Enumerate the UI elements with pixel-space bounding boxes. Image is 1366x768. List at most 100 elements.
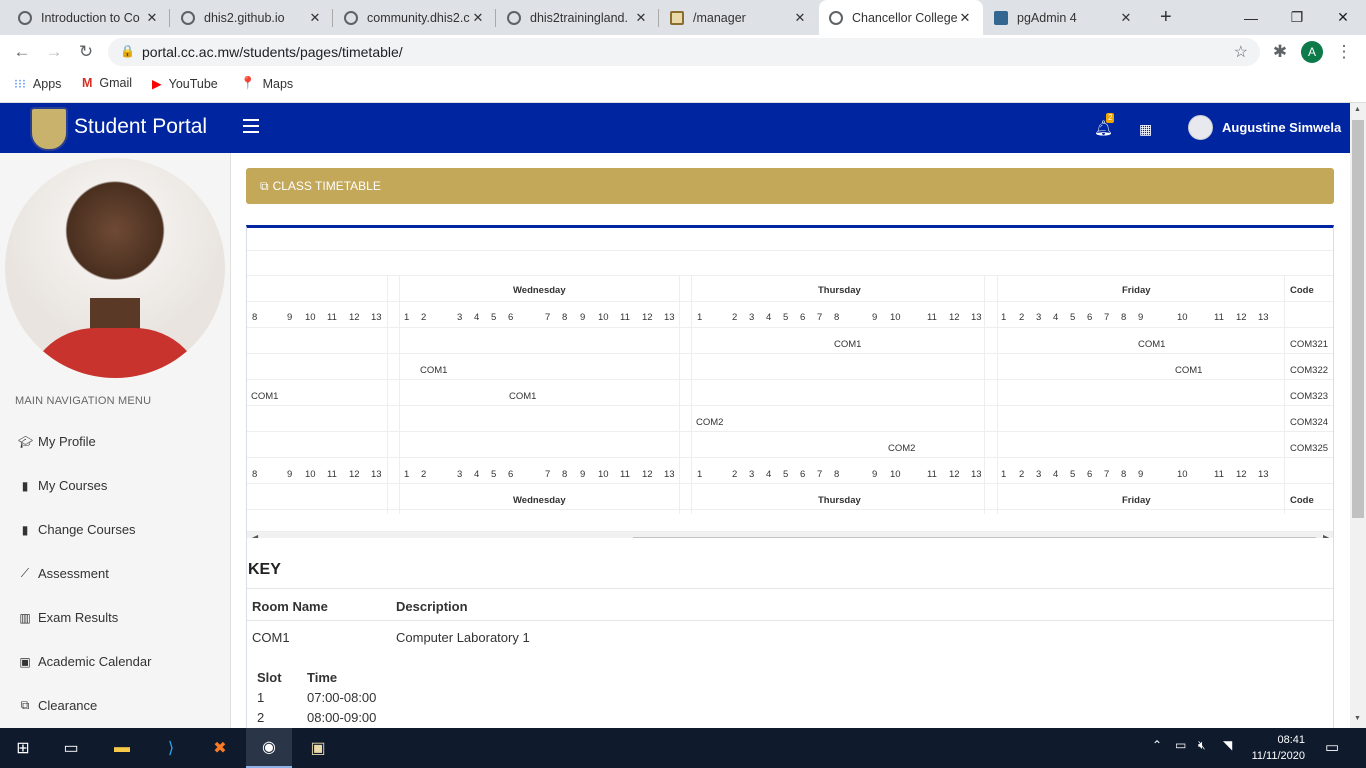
- horizontal-scrollbar[interactable]: ◀ ▶: [247, 532, 1333, 538]
- timetable-grid: Wednesday Thursday Friday Code 8 9 10 11 12 1…: [247, 228, 1333, 538]
- close-tab-icon[interactable]: ✕: [307, 10, 323, 26]
- slot-number-cell: 7: [545, 312, 551, 323]
- slot-number-cell: 4: [474, 312, 480, 323]
- slot-number-cell: 3: [1036, 312, 1042, 323]
- slot-number-cell: 9: [1138, 312, 1144, 323]
- reload-icon[interactable]: ↻: [75, 41, 97, 63]
- close-tab-icon[interactable]: ✕: [792, 10, 808, 26]
- slot-number-cell: 10: [598, 312, 609, 323]
- tray-chevron-icon[interactable]: ⌃: [1152, 738, 1162, 752]
- restore-icon[interactable]: ❐: [1274, 0, 1320, 35]
- slot-header: Slot: [257, 670, 282, 685]
- new-tab-button[interactable]: +: [1150, 0, 1180, 35]
- star-icon[interactable]: ☆: [1234, 42, 1248, 62]
- tomcat-icon[interactable]: ▣: [295, 728, 341, 768]
- slot-number-cell: 4: [1053, 469, 1059, 480]
- slot-number-cell: 1: [697, 312, 703, 323]
- slot-number-cell: 1: [697, 469, 703, 480]
- browser-tab[interactable]: dhis2.github.io ✕: [171, 0, 333, 35]
- slot-number-cell: 3: [749, 469, 755, 480]
- slot-number-cell: 3: [1036, 469, 1042, 480]
- hamburger-icon[interactable]: [243, 119, 259, 133]
- slot-number-cell: 9: [1138, 469, 1144, 480]
- browser-tab-active[interactable]: Chancellor College ✕: [819, 0, 983, 35]
- bookmark-maps[interactable]: 📍 Maps: [240, 76, 293, 91]
- close-tab-icon[interactable]: ✕: [470, 10, 486, 26]
- slot-number-cell: 8: [834, 469, 840, 480]
- timetable-box: Wednesday Thursday Friday Code 8 9 10 11 12 1…: [246, 225, 1334, 728]
- page-scrollbar-thumb[interactable]: [1352, 120, 1364, 518]
- sidebar-item-exam-results[interactable]: ▥ Exam Results: [18, 610, 118, 625]
- close-tab-icon[interactable]: ✕: [633, 10, 649, 26]
- book-icon: ▮: [21, 522, 29, 537]
- slot-number-cell: 10: [890, 469, 901, 480]
- calendar-check-icon: ▣: [19, 654, 31, 669]
- battery-icon[interactable]: ▭: [1175, 738, 1186, 752]
- menu-kebab-icon[interactable]: ⋮: [1333, 41, 1355, 63]
- speaker-muted-icon[interactable]: 🔇︎: [1198, 738, 1206, 753]
- slot-number-cell: 9: [287, 312, 293, 323]
- xampp-icon[interactable]: ✖: [197, 728, 243, 768]
- slot-number-cell: 2: [1019, 469, 1025, 480]
- youtube-icon: ▶: [152, 77, 162, 91]
- bookmark-gmail[interactable]: M Gmail: [82, 76, 132, 90]
- description-header: Description: [396, 599, 468, 614]
- timetable-cell: COM2: [888, 443, 916, 454]
- sidebar-item-academic-calendar[interactable]: ▣ Academic Calendar: [18, 654, 151, 669]
- close-tab-icon[interactable]: ✕: [144, 10, 160, 26]
- windows-start-icon[interactable]: ⊞: [0, 728, 46, 768]
- bookmark-youtube[interactable]: ▶ YouTube: [152, 76, 218, 92]
- user-name[interactable]: Augustine Simwela: [1222, 120, 1341, 135]
- vscode-icon[interactable]: ⟩: [148, 728, 194, 768]
- browser-tab[interactable]: Introduction to Co ✕: [8, 0, 170, 35]
- minimize-icon[interactable]: —: [1228, 0, 1274, 35]
- user-avatar[interactable]: [1188, 115, 1213, 140]
- course-code: COM322: [1290, 365, 1329, 376]
- apps-grid-icon[interactable]: ▦: [1139, 121, 1152, 138]
- portal-brand[interactable]: Student Portal: [74, 115, 207, 139]
- close-window-icon[interactable]: ✕: [1320, 0, 1366, 35]
- back-icon[interactable]: ←: [11, 41, 33, 63]
- bookmark-apps[interactable]: ⁝⁝⁝ Apps: [14, 76, 61, 92]
- file-explorer-icon[interactable]: ▬: [99, 728, 145, 768]
- wifi-icon[interactable]: ◥: [1223, 738, 1232, 752]
- browser-tab[interactable]: community.dhis2.c ✕: [334, 0, 496, 35]
- scroll-left-icon[interactable]: ◀: [252, 533, 258, 538]
- day-footer: Friday: [1122, 495, 1151, 506]
- taskbar-clock[interactable]: 08:41 11/11/2020: [1243, 732, 1305, 764]
- slot-number-cell: 10: [1177, 469, 1188, 480]
- browser-tab[interactable]: dhis2trainingland. ✕: [497, 0, 659, 35]
- chrome-icon[interactable]: ◉: [246, 728, 292, 768]
- sidebar-item-assessment[interactable]: ⟋ Assessment: [18, 566, 109, 581]
- book-icon: ▮: [21, 478, 29, 493]
- slot-number-cell: 13: [1258, 312, 1269, 323]
- close-tab-icon[interactable]: ✕: [1118, 10, 1134, 26]
- slot-number-cell: 12: [349, 312, 360, 323]
- sidebar-item-clearance[interactable]: ⧉ Clearance: [18, 698, 98, 713]
- profile-avatar[interactable]: A: [1301, 41, 1323, 63]
- copy-icon: ⧉: [260, 178, 269, 193]
- slot-number-cell: 7: [817, 312, 823, 323]
- task-view-icon[interactable]: ▭: [48, 728, 94, 768]
- sidebar-item-my-profile[interactable]: 🎓︎ My Profile: [18, 434, 96, 449]
- pgadmin-icon: [994, 10, 1008, 25]
- course-code: COM321: [1290, 339, 1329, 350]
- scrollbar-thumb[interactable]: [633, 537, 1316, 538]
- scroll-down-icon[interactable]: ▼: [1354, 715, 1361, 722]
- slot-number-cell: 11: [327, 469, 337, 480]
- day-footer: Wednesday: [513, 495, 566, 506]
- notifications-icon[interactable]: ▭: [1325, 738, 1339, 756]
- scroll-right-icon[interactable]: ▶: [1323, 533, 1329, 538]
- url-field[interactable]: 🔒 portal.cc.ac.mw/students/pages/timetab…: [108, 38, 1260, 66]
- forward-icon[interactable]: →: [43, 41, 65, 63]
- browser-tab[interactable]: pgAdmin 4 ✕: [984, 0, 1144, 35]
- sidebar-item-my-courses[interactable]: ▮ My Courses: [18, 478, 108, 493]
- day-header: Thursday: [818, 285, 861, 296]
- scroll-up-icon[interactable]: ▲: [1354, 106, 1361, 113]
- slot-number-cell: 6: [508, 312, 514, 323]
- close-tab-icon[interactable]: ✕: [957, 10, 973, 26]
- slot-time: 07:00-08:00: [307, 690, 377, 705]
- sidebar-item-change-courses[interactable]: ▮ Change Courses: [18, 522, 136, 537]
- extensions-icon[interactable]: ✱: [1269, 41, 1291, 63]
- browser-tab[interactable]: /manager ✕: [660, 0, 818, 35]
